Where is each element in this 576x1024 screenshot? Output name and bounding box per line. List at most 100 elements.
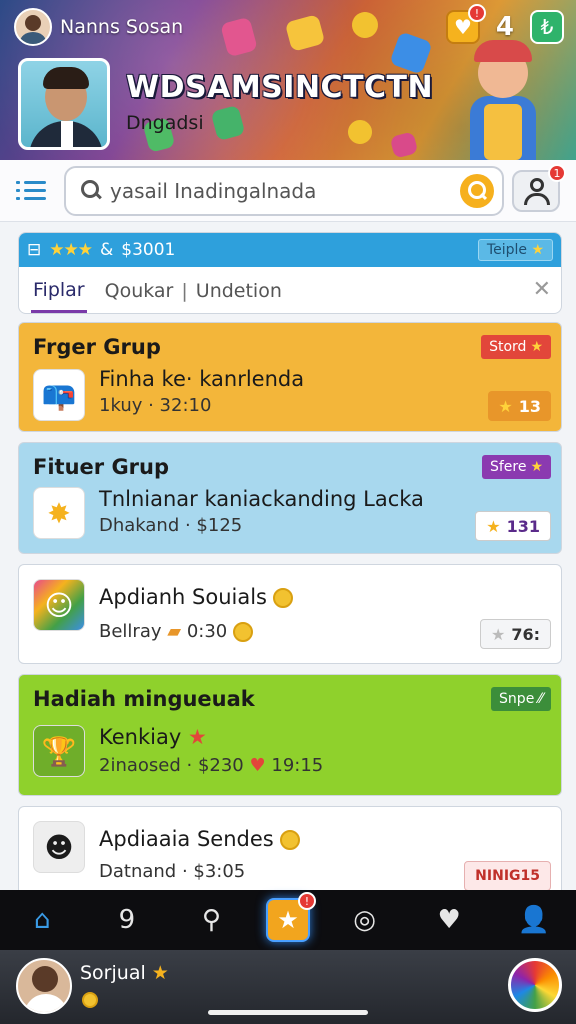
banner-subtitle: Dngadsi [126, 112, 204, 134]
tab-undetion[interactable]: Undetion [196, 280, 282, 302]
nav-home[interactable]: ⌂ [12, 896, 72, 944]
card-title: Fituer Grup [33, 455, 170, 479]
bottom-nav: ⌂ 9 ⚲ ★ ! ◎ ♥ 👤 [0, 890, 576, 950]
decor-tile [220, 16, 258, 58]
user-icon-body [524, 193, 550, 205]
star-icon: ★ [151, 962, 169, 984]
nav-badge: ! [297, 892, 316, 910]
shop-button[interactable]: ₺ [530, 10, 564, 44]
profile-portrait[interactable] [18, 58, 110, 150]
score-badge[interactable]: NINIG15 [464, 861, 551, 891]
score-badge[interactable]: ★ 13 [488, 391, 551, 421]
card-line1: Apdianh Souials [99, 585, 293, 609]
star-icon: ★ [277, 906, 299, 934]
card-line2-text: 2inaosed · $230 [99, 755, 244, 776]
user-name: Nanns Sosan [60, 16, 184, 38]
character-icon: ☻ [33, 821, 85, 873]
nav-nine[interactable]: 9 [97, 896, 157, 944]
grid-icon[interactable]: ⊟ [27, 240, 41, 260]
menu-dot [16, 181, 20, 184]
user-icon [530, 178, 544, 192]
gift-button[interactable]: ♥ ! [445, 4, 486, 44]
card-line2-text: Bellray [99, 621, 162, 642]
portrait-hair [43, 67, 89, 89]
star-icon: ★ [187, 725, 207, 749]
nav-compass[interactable]: ◎ [335, 896, 395, 944]
list-item[interactable]: Fituer Grup Sfere ★ ✸ Tnlnianar kaniacka… [18, 442, 562, 554]
user-icon: 👤 [517, 905, 550, 935]
card-line2: Datnand · $3:05 [99, 861, 246, 882]
menu-line [24, 189, 46, 192]
stars-icon: ★★★ [49, 240, 93, 260]
card-line1-text: Apdianh Souials [99, 585, 267, 609]
home-indicator[interactable] [208, 1010, 368, 1015]
profile-button[interactable]: 1 [512, 164, 566, 212]
edit-icon: ⁄⁄ [538, 691, 543, 707]
card-line1: Tnlnianar kaniackanding Lacka [99, 487, 424, 511]
decor-coin [349, 9, 381, 41]
banner-title: WDSAMSINCTCTN [126, 70, 434, 105]
list-item[interactable]: ☺ Apdianh Souials Bellray ▰ 0:30 ★ 76: [18, 564, 562, 664]
menu-line [24, 181, 46, 184]
heart-icon: ♥ [437, 905, 461, 935]
status-badge: Sfere ★ [481, 455, 551, 479]
list-item[interactable]: Frger Grup Stord ★ 📪 Finha ke· kanrlenda… [18, 322, 562, 432]
tab-fiplar[interactable]: Fiplar [31, 269, 87, 313]
tab-separator: | [181, 280, 188, 302]
card-line1: Apdiaaia Sendes [99, 827, 300, 851]
status-badge: Stord ★ [481, 335, 551, 359]
user-bar-name-text: Sorjual [80, 962, 146, 984]
nav-user[interactable]: 👤 [504, 896, 564, 944]
card-line1: Kenkiay ★ [99, 725, 207, 749]
card-line1-text: Kenkiay [99, 725, 182, 749]
card-line2: 1kuy · 32:10 [99, 395, 212, 416]
header-banner: Nanns Sosan ♥ ! 4 ₺ WDSAMSINCTCTN Dngads… [0, 0, 576, 160]
trophy-icon: 🏆 [33, 725, 85, 777]
gift-badge: ! [467, 4, 486, 22]
search-go-button[interactable] [460, 174, 494, 208]
score-value: 13 [518, 396, 541, 416]
avatar[interactable] [14, 8, 52, 46]
portrait-shirt [61, 121, 73, 147]
score-value: 76: [511, 624, 540, 644]
spin-wheel-button[interactable] [508, 958, 562, 1012]
decor-tile [284, 14, 326, 52]
menu-line [24, 197, 46, 200]
card-title: Frger Grup [33, 335, 161, 359]
mascot-illustration [458, 40, 548, 160]
status-badge-label: Snpe [499, 691, 535, 707]
menu-button[interactable] [14, 177, 50, 205]
search-input[interactable]: yasail Inadingalnada [64, 166, 504, 216]
header-user[interactable]: Nanns Sosan [14, 8, 183, 46]
status-badge-label: Stord [489, 339, 527, 355]
star-icon: ★ [530, 339, 543, 355]
nav-heart[interactable]: ♥ [419, 896, 479, 944]
list-item[interactable]: Hadiah mingueuak Snpe ⁄⁄ 🏆 Kenkiay ★ 2in… [18, 674, 562, 796]
decor-tile [210, 104, 246, 142]
filter-symbol: & [99, 240, 114, 260]
filter-tag[interactable]: Teiple ★ [477, 239, 553, 261]
card-line2-time: 0:30 [186, 621, 228, 642]
nav-star[interactable]: ★ ! [265, 892, 316, 942]
avatar[interactable] [16, 958, 72, 1014]
card-line2: Dhakand · $125 [99, 515, 243, 536]
sun-icon: ✸ [33, 487, 85, 539]
card-line1-text: Apdiaaia Sendes [99, 827, 274, 851]
list-item[interactable]: ☻ Apdiaaia Sendes Datnand · $3:05 NINIG1… [18, 806, 562, 902]
score-badge[interactable]: ★ 76: [479, 619, 551, 649]
close-icon[interactable]: ✕ [533, 277, 551, 302]
score-badge[interactable]: ★ 131 [475, 511, 551, 541]
search-icon: ⚲ [201, 905, 221, 935]
shop-icon: ₺ [540, 15, 554, 39]
status-badge: Snpe ⁄⁄ [491, 687, 551, 711]
heart-icon: ♥ [249, 755, 266, 776]
coin-icon [82, 992, 98, 1008]
mailbox-icon: 📪 [33, 369, 85, 421]
filter-card: ⊟ ★★★ & $3001 Teiple ★ Fiplar Qoukar | U… [18, 232, 562, 314]
filter-amount: $3001 [121, 240, 176, 260]
nav-search[interactable]: ⚲ [181, 896, 241, 944]
star-icon: ★ [531, 242, 544, 258]
menu-dot [16, 197, 20, 200]
search-query[interactable]: yasail Inadingalnada [110, 179, 460, 203]
tab-qoukar[interactable]: Qoukar [105, 280, 174, 302]
